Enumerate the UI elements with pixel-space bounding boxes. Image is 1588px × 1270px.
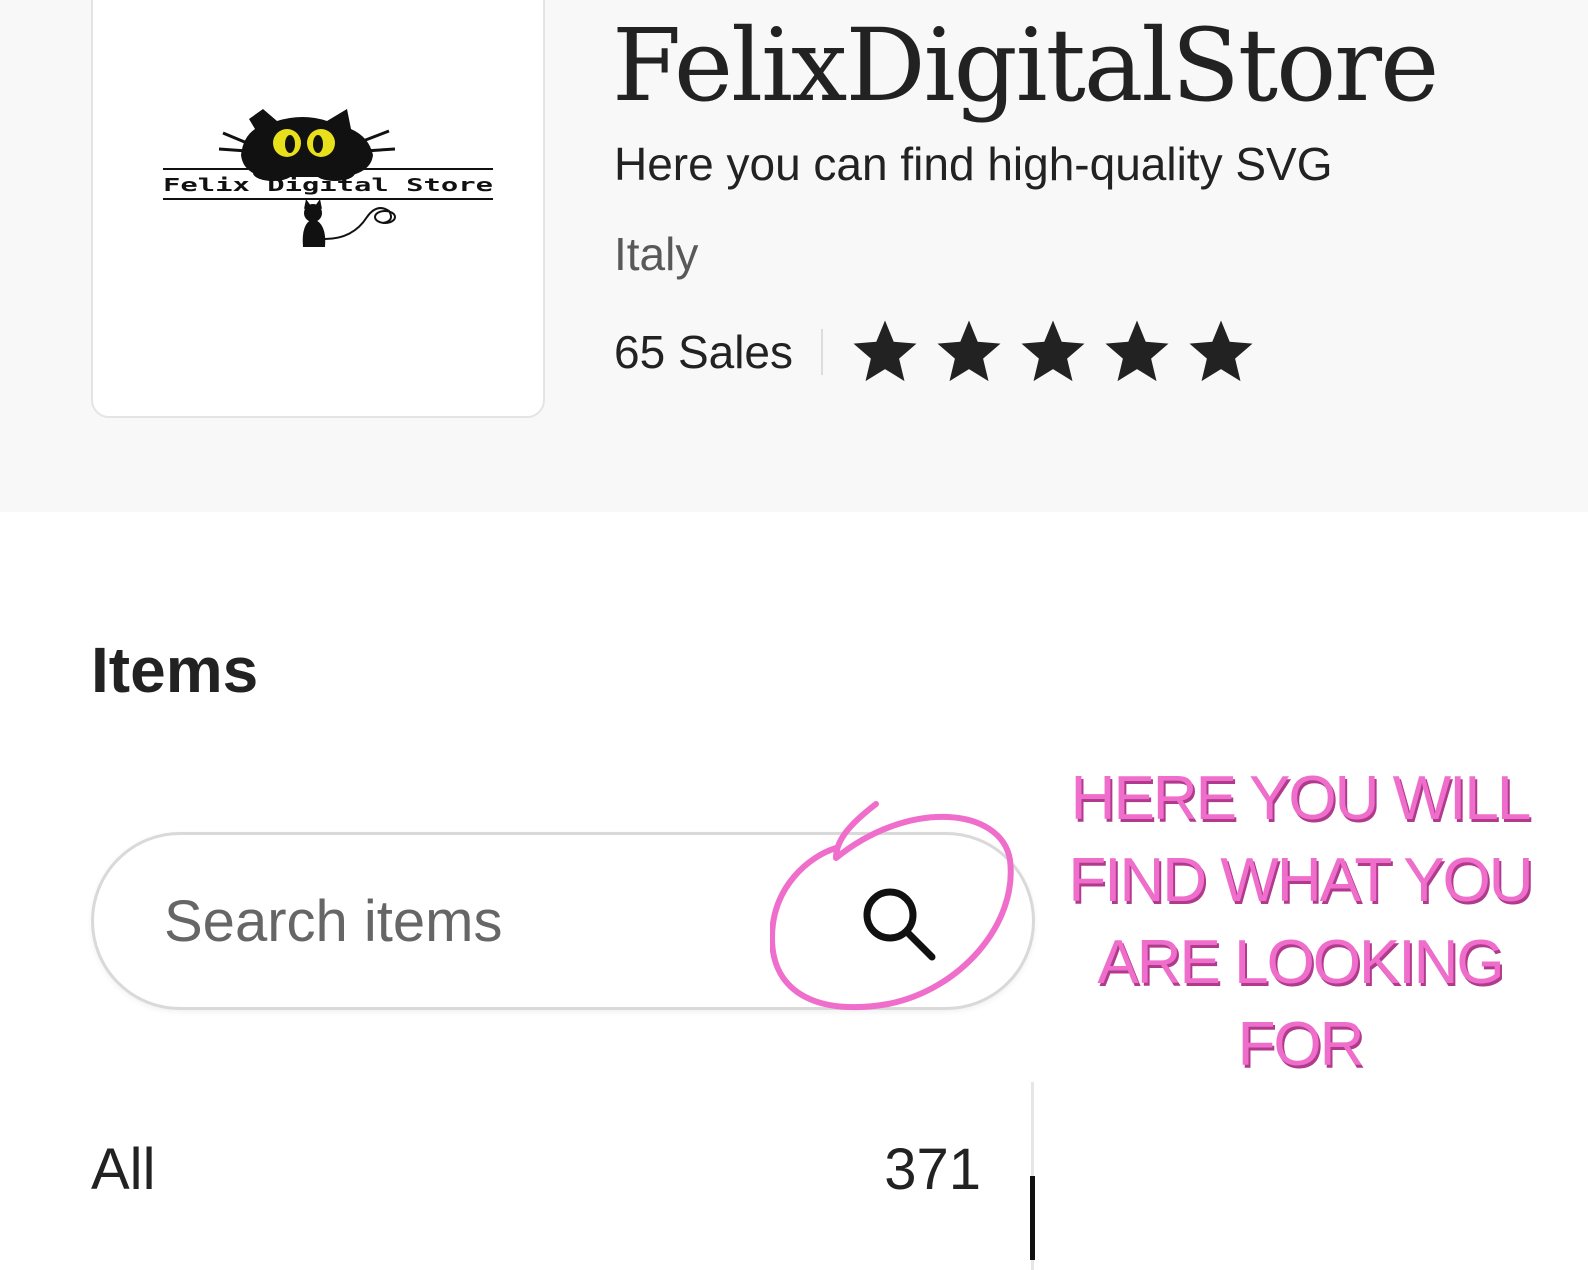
black-cat-logo-icon: Felix Digital Store xyxy=(163,109,493,247)
star-icon xyxy=(1189,320,1253,382)
search-bar xyxy=(91,832,1035,1010)
shop-location: Italy xyxy=(614,228,699,280)
items-heading: Items xyxy=(91,634,259,706)
search-icon xyxy=(863,888,936,961)
star-icon xyxy=(853,320,917,382)
scroll-indicator[interactable] xyxy=(1030,1176,1035,1260)
search-input[interactable] xyxy=(164,875,804,967)
divider xyxy=(821,329,824,375)
star-icon xyxy=(937,320,1001,382)
category-item-all[interactable]: All 371 xyxy=(91,1130,981,1210)
sales-count: 65 Sales xyxy=(614,326,794,378)
category-count: 371 xyxy=(884,1137,981,1202)
shop-tagline: Here you can find high-quality SVG xyxy=(614,138,1333,190)
star-icon xyxy=(1021,320,1085,382)
category-label: All xyxy=(91,1137,156,1202)
annotation-callout: HERE YOU WILL FIND WHAT YOU ARE LOOKING … xyxy=(1068,764,1533,1079)
star-icon xyxy=(1105,320,1169,382)
shop-header: Felix Digital Store FelixDigitalStore He… xyxy=(0,0,1588,512)
star-rating[interactable] xyxy=(847,316,1267,388)
sales-rating-row: 65 Sales xyxy=(614,316,1267,388)
logo-text: Felix Digital Store xyxy=(163,175,493,196)
search-button[interactable] xyxy=(854,879,944,969)
shop-logo[interactable]: Felix Digital Store xyxy=(91,0,545,418)
shop-name: FelixDigitalStore xyxy=(612,7,1439,124)
